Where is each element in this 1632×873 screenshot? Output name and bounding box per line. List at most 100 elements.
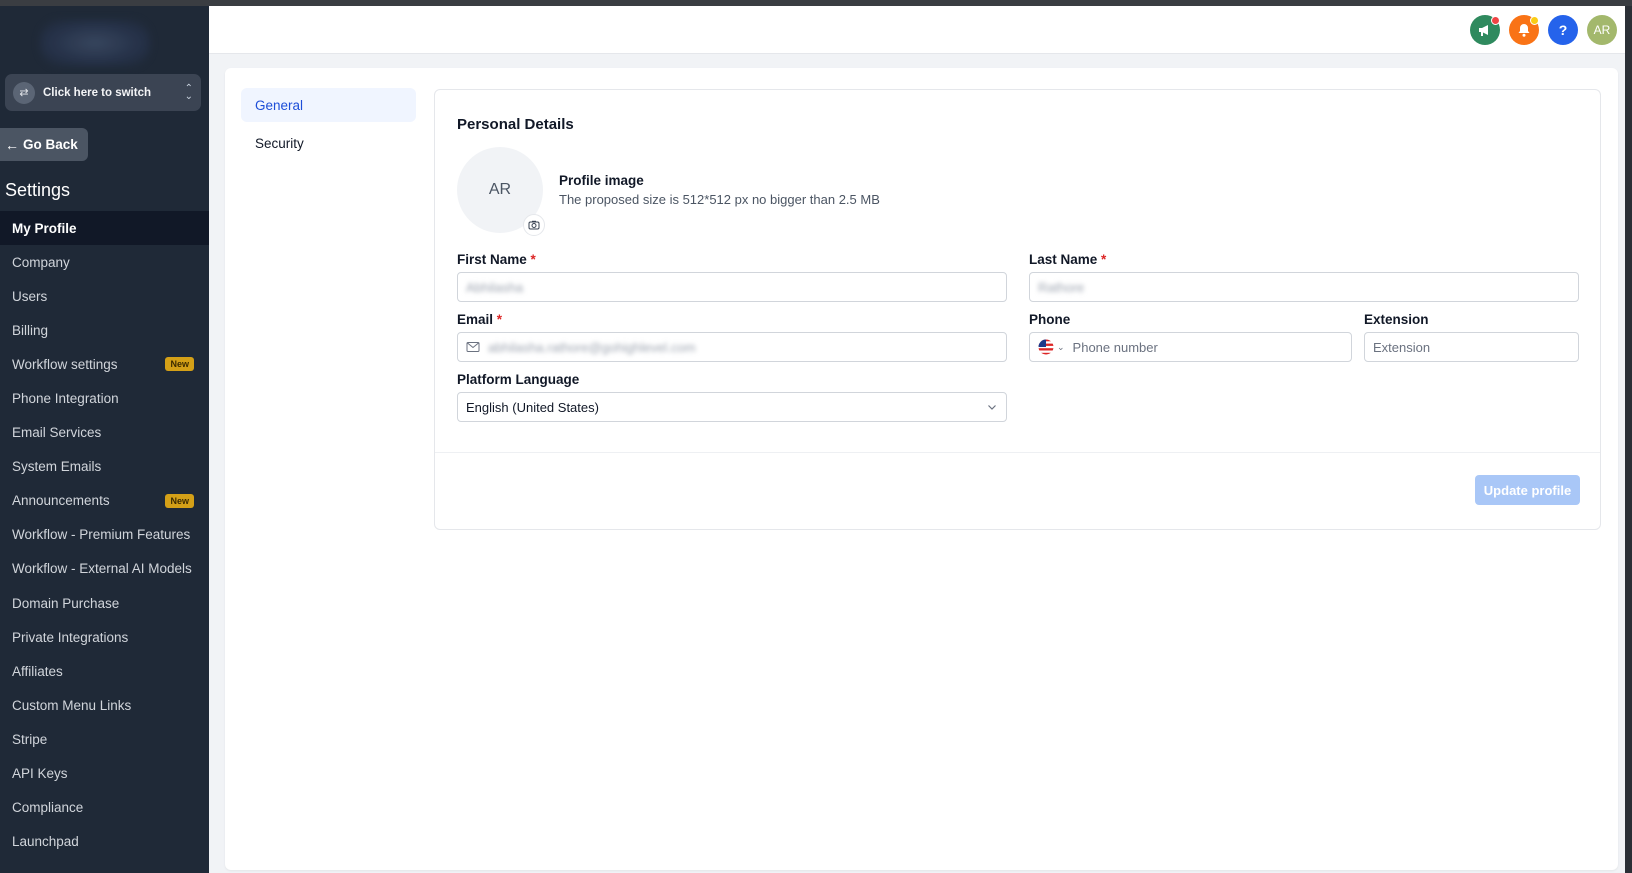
bell-icon — [1518, 24, 1530, 37]
sidebar-item-company[interactable]: Company — [0, 245, 209, 279]
sidebar-item-label: Compliance — [12, 800, 84, 816]
sidebar-item-workflow-settings[interactable]: Workflow settings New — [0, 347, 209, 381]
account-switcher[interactable]: ⇄ Click here to switch ⌃ ⌄ — [5, 74, 201, 111]
last-name-value: Rathore — [1038, 279, 1085, 295]
sidebar-item-label: Phone Integration — [12, 391, 119, 407]
sidebar-item-label: Private Integrations — [12, 629, 129, 645]
last-name-field[interactable]: Rathore — [1029, 272, 1579, 302]
sidebar-item-billing[interactable]: Billing — [0, 313, 209, 347]
sidebar-item-label: Workflow settings — [12, 356, 118, 372]
announcement-button[interactable] — [1470, 15, 1500, 45]
sidebar-item-custom-menu-links[interactable]: Custom Menu Links — [0, 688, 209, 722]
extension-label: Extension — [1364, 312, 1429, 327]
notification-dot — [1530, 16, 1539, 25]
personal-details-panel: Personal Details AR Profile image The pr… — [434, 89, 1601, 530]
sidebar-item-api-keys[interactable]: API Keys — [0, 757, 209, 791]
sidebar-item-label: My Profile — [12, 220, 77, 236]
chevron-down-icon: ⌄ — [1057, 341, 1065, 352]
sidebar-item-users[interactable]: Users — [0, 279, 209, 313]
extension-field[interactable]: Extension — [1364, 332, 1579, 362]
sidebar-item-stripe[interactable]: Stripe — [0, 722, 209, 756]
us-flag-icon[interactable]: ⌄ — [1038, 339, 1065, 355]
help-button[interactable]: ? — [1548, 15, 1578, 45]
first-name-label: First Name * — [457, 252, 536, 267]
last-name-label: Last Name * — [1029, 252, 1106, 267]
sidebar-item-label: Email Services — [12, 425, 102, 441]
profile-image-title: Profile image — [559, 173, 644, 188]
email-label: Email * — [457, 312, 502, 327]
tab-general[interactable]: General — [241, 88, 416, 122]
settings-card: General Security Personal Details AR Pro… — [225, 68, 1618, 870]
sidebar-item-label: Launchpad — [12, 834, 79, 850]
upload-photo-button[interactable] — [523, 214, 545, 236]
tab-security[interactable]: Security — [241, 126, 416, 160]
sidebar-item-system-emails[interactable]: System Emails — [0, 450, 209, 484]
first-name-value: Abhilasha — [466, 279, 524, 295]
sidebar-item-label: API Keys — [12, 766, 68, 782]
section-title: Personal Details — [457, 116, 574, 133]
required-mark: * — [496, 312, 503, 327]
mail-icon — [466, 342, 480, 352]
sidebar-item-my-profile[interactable]: My Profile — [0, 211, 209, 246]
update-profile-button[interactable]: Update profile — [1475, 475, 1580, 505]
sidebar-item-compliance[interactable]: Compliance — [0, 791, 209, 825]
first-name-field[interactable]: Abhilasha — [457, 272, 1007, 302]
phone-label: Phone — [1029, 312, 1071, 327]
extension-placeholder: Extension — [1373, 339, 1431, 355]
language-value: English (United States) — [466, 399, 599, 415]
avatar-initials: AR — [1593, 23, 1611, 37]
panel-divider — [435, 452, 1600, 453]
sidebar-item-phone-integration[interactable]: Phone Integration — [0, 381, 209, 415]
help-icon: ? — [1558, 22, 1568, 38]
new-badge: New — [165, 493, 194, 508]
sidebar-item-private-integrations[interactable]: Private Integrations — [0, 620, 209, 654]
phone-field[interactable]: ⌄ Phone number — [1029, 332, 1352, 362]
sidebar-item-label: System Emails — [12, 459, 102, 475]
language-label: Platform Language — [457, 372, 580, 387]
window-right-edge — [1625, 6, 1632, 873]
sidebar-item-workflow-premium[interactable]: Workflow - Premium Features — [0, 518, 209, 552]
go-back-button[interactable]: ← Go Back — [0, 128, 88, 161]
new-badge: New — [165, 357, 194, 372]
user-avatar[interactable]: AR — [1587, 15, 1617, 45]
sidebar-item-label: Stripe — [12, 731, 48, 747]
sidebar-item-label: Custom Menu Links — [12, 697, 132, 713]
chevron-up-down-icon: ⌃ ⌄ — [184, 82, 193, 102]
sidebar: ⇄ Click here to switch ⌃ ⌄ ← Go Back Sett… — [0, 6, 209, 873]
profile-image-hint: The proposed size is 512*512 px no bigge… — [559, 192, 880, 207]
notification-dot — [1491, 16, 1500, 25]
camera-icon — [528, 220, 540, 230]
sidebar-item-label: Billing — [12, 322, 49, 338]
sidebar-item-launchpad[interactable]: Launchpad — [0, 825, 209, 859]
sidebar-item-label: Domain Purchase — [12, 595, 120, 611]
required-mark: * — [530, 252, 536, 267]
company-logo — [40, 20, 150, 66]
sidebar-item-workflow-external-ai[interactable]: Workflow - External AI Models — [0, 552, 209, 586]
top-header: ? AR — [209, 6, 1632, 54]
last-name-label-text: Last Name — [1029, 252, 1098, 267]
email-label-text: Email — [457, 312, 494, 327]
sidebar-item-email-services[interactable]: Email Services — [0, 416, 209, 450]
sidebar-item-announcements[interactable]: Announcements New — [0, 484, 209, 518]
arrow-left-icon: ← — [5, 136, 19, 153]
sidebar-title: Settings — [5, 180, 71, 200]
megaphone-icon — [1479, 25, 1488, 36]
profile-subnav: General Security — [241, 88, 416, 164]
notifications-button[interactable] — [1509, 15, 1539, 45]
sidebar-item-label: Users — [12, 288, 48, 304]
sidebar-item-label: Announcements — [12, 493, 110, 509]
main-area: ? AR General Security Personal Details A… — [209, 6, 1632, 873]
sidebar-item-affiliates[interactable]: Affiliates — [0, 654, 209, 688]
account-switcher-label: Click here to switch — [43, 86, 152, 99]
switch-icon: ⇄ — [13, 81, 35, 104]
sidebar-item-domain-purchase[interactable]: Domain Purchase — [0, 586, 209, 620]
sidebar-item-label: Workflow - External AI Models — [12, 561, 192, 577]
sidebar-item-label: Affiliates — [12, 663, 63, 679]
settings-nav: My Profile Company Users Billing Workflo… — [0, 211, 209, 859]
phone-placeholder: Phone number — [1072, 339, 1158, 355]
email-field[interactable]: abhilasha.rathore@gohighlevel.com — [457, 332, 1007, 362]
email-value: abhilasha.rathore@gohighlevel.com — [488, 339, 696, 355]
go-back-label: Go Back — [23, 137, 78, 152]
sidebar-item-label: Workflow - Premium Features — [12, 527, 191, 543]
language-select[interactable]: English (United States) — [457, 392, 1007, 422]
